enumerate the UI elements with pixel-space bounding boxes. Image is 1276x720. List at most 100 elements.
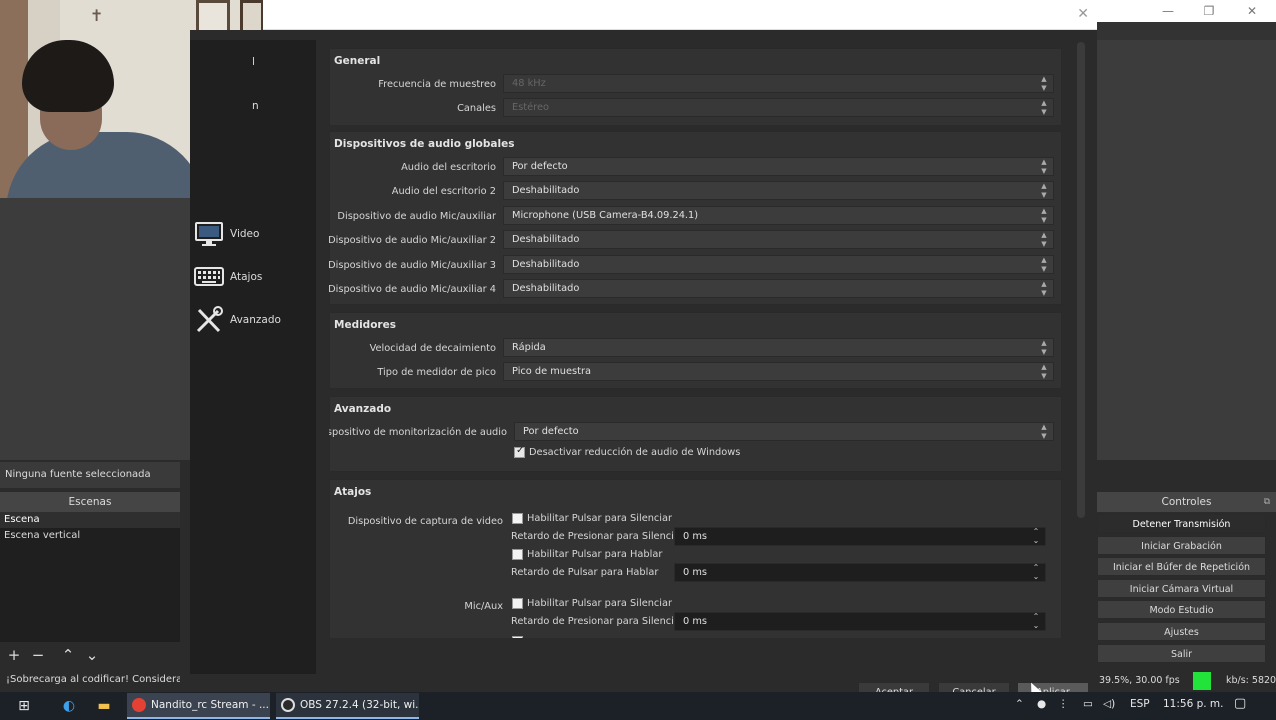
mic-aux-3-select[interactable]: Deshabilitado ▲ ▼ (503, 255, 1054, 274)
desktop-audio-label: Audio del escritorio (401, 162, 496, 173)
edge-icon[interactable]: ◐ (58, 696, 80, 716)
obs-stats: 39.5%, 30.00 fps kb/s: 5820 (1097, 670, 1276, 692)
scenes-list: Escena Escena vertical (0, 512, 180, 642)
mic-aux-4-select[interactable]: Deshabilitado ▲ ▼ (503, 279, 1054, 298)
updown-arrows-icon: ▲ ▼ (1041, 75, 1047, 92)
select-value: Por defecto (523, 426, 579, 437)
start-replay-buffer-button[interactable]: Iniciar el Búfer de Repetición (1097, 557, 1266, 577)
sidebar-item-label: Atajos (230, 271, 263, 283)
task-label: Nandito_rc Stream - ... (151, 699, 269, 711)
remove-scene-button[interactable]: − (29, 646, 47, 664)
push-to-talk-delay-label: Retardo de Pulsar para Hablar (511, 567, 659, 578)
spin-arrows-icon[interactable]: ⌃ ⌄ (1029, 563, 1043, 581)
updown-arrows-icon: ▲ ▼ (1041, 423, 1047, 440)
mic-aux-3-label: Dispositivo de audio Mic/auxiliar 3 (329, 260, 496, 271)
updown-arrows-icon: ▲ ▼ (1041, 158, 1047, 175)
general-group: General Frecuencia de muestreo 48 kHz ▲ ▼… (329, 48, 1062, 126)
decay-rate-label: Velocidad de decaimiento (369, 343, 496, 354)
group-title: Avanzado (334, 403, 392, 415)
push-to-talk-delay-input[interactable]: 0 ms ⌃ ⌄ (674, 563, 1046, 582)
notifications-icon[interactable]: ▢ (1234, 696, 1246, 711)
advanced-group: Avanzado Dispositivo de monitorización d… (329, 396, 1062, 472)
spin-value: 0 ms (683, 567, 707, 578)
monitor-icon (195, 222, 223, 246)
windows-start-icon[interactable]: ⊞ (13, 696, 35, 716)
settings-dialog: l n Video Atajos Avanzado General Frecue… (190, 30, 1097, 702)
undock-icon[interactable]: ⧉ (1264, 492, 1270, 512)
spin-value: 0 ms (683, 616, 707, 627)
keyboard-icon (194, 267, 224, 286)
spin-arrows-icon[interactable]: ⌃ ⌄ (1029, 527, 1043, 545)
sidebar-item-hotkeys[interactable]: Atajos (190, 259, 316, 297)
close-icon[interactable]: ✕ (1077, 6, 1089, 22)
scene-item[interactable]: Escena vertical (0, 528, 180, 544)
push-to-mute-checkbox[interactable] (512, 598, 523, 609)
updown-arrows-icon: ▲ ▼ (1041, 339, 1047, 356)
push-to-talk-checkbox[interactable] (512, 636, 523, 638)
close-icon[interactable]: ✕ (1242, 3, 1262, 19)
group-title: Medidores (334, 319, 396, 331)
tray-chevron-icon[interactable]: ⌃ (1015, 698, 1024, 710)
mic-aux-2-select[interactable]: Deshabilitado ▲ ▼ (503, 230, 1054, 249)
sidebar-item-video[interactable]: Video (190, 216, 316, 254)
move-up-button[interactable]: ⌃ (59, 646, 77, 664)
push-to-mute-checkbox[interactable] (512, 513, 523, 524)
updown-arrows-icon: ▲ ▼ (1041, 99, 1047, 116)
task-label: OBS 27.2.4 (32-bit, wi... (300, 699, 419, 711)
group-title: Atajos (334, 486, 372, 498)
file-explorer-icon[interactable]: ▬ (93, 696, 115, 716)
network-icon[interactable]: ▭ (1083, 698, 1093, 710)
scrollbar-thumb[interactable] (1077, 42, 1085, 518)
restore-icon[interactable]: ❐ (1199, 3, 1219, 19)
push-to-mute-delay-label: Retardo de Presionar para Silenciar (511, 531, 684, 542)
mic-aux-label: Dispositivo de audio Mic/auxiliar (337, 211, 496, 222)
mic-aux-select[interactable]: Microphone (USB Camera-B4.09.24.1) ▲ ▼ (503, 206, 1054, 225)
settings-scrollbar[interactable] (1076, 42, 1086, 518)
exit-button[interactable]: Salir (1097, 643, 1266, 663)
stop-stream-button[interactable]: Detener Transmisión (1097, 514, 1266, 533)
spin-arrows-icon[interactable]: ⌃ ⌄ (1029, 612, 1043, 630)
channels-select[interactable]: Estéreo ▲ ▼ (503, 98, 1054, 117)
desktop-audio-2-select[interactable]: Deshabilitado ▲ ▼ (503, 181, 1054, 200)
volume-icon[interactable]: ◁) (1103, 698, 1115, 710)
push-to-mute-delay-input[interactable]: 0 ms ⌃ ⌄ (674, 527, 1046, 546)
scene-toolbar: + − ⌃ ⌄ (0, 644, 180, 666)
bitrate-readout: kb/s: 5820 (1226, 675, 1276, 686)
ime-icon[interactable]: ⋮ (1058, 698, 1069, 710)
push-to-mute-label: Habilitar Pulsar para Silenciar (527, 513, 673, 524)
clock[interactable]: 11:56 p. m. (1163, 698, 1224, 710)
taskbar-task-chrome[interactable]: Nandito_rc Stream - ... (127, 693, 270, 719)
cross-icon: ✝ (90, 6, 104, 25)
disable-ducking-checkbox[interactable] (514, 445, 525, 458)
studio-mode-button[interactable]: Modo Estudio (1097, 600, 1266, 620)
select-value: Deshabilitado (512, 259, 580, 270)
audio-settings-panel: General Frecuencia de muestreo 48 kHz ▲ ▼… (329, 42, 1069, 638)
updown-arrows-icon: ▲ ▼ (1041, 207, 1047, 224)
select-value: 48 kHz (512, 78, 546, 89)
language-indicator[interactable]: ESP (1130, 698, 1150, 710)
move-down-button[interactable]: ⌄ (83, 646, 101, 664)
sidebar-item-advanced[interactable]: Avanzado (190, 302, 316, 340)
decay-rate-select[interactable]: Rápida ▲ ▼ (503, 338, 1054, 357)
settings-button[interactable]: Ajustes (1097, 621, 1266, 641)
select-value: Por defecto (512, 161, 568, 172)
microphone-icon[interactable]: ● (1037, 698, 1046, 710)
add-scene-button[interactable]: + (5, 646, 23, 664)
mic-aux-hotkeys-label: Mic/Aux (464, 601, 503, 612)
desktop-audio-select[interactable]: Por defecto ▲ ▼ (503, 157, 1054, 176)
select-value: Pico de muestra (512, 366, 592, 377)
scene-item[interactable]: Escena (0, 512, 180, 528)
peak-meter-type-select[interactable]: Pico de muestra ▲ ▼ (503, 362, 1054, 381)
spin-value: 0 ms (683, 531, 707, 542)
taskbar-task-obs[interactable]: OBS 27.2.4 (32-bit, wi... (276, 693, 419, 719)
sidebar-item-partial[interactable]: l (252, 56, 255, 68)
start-virtual-camera-button[interactable]: Iniciar Cámara Virtual (1097, 578, 1266, 598)
sidebar-item-partial[interactable]: n (252, 100, 259, 112)
minimize-icon[interactable]: — (1158, 3, 1178, 19)
monitoring-device-select[interactable]: Por defecto ▲ ▼ (514, 422, 1054, 441)
push-to-mute-delay-input[interactable]: 0 ms ⌃ ⌄ (674, 612, 1046, 631)
tools-icon (196, 306, 223, 333)
start-recording-button[interactable]: Iniciar Grabación (1097, 535, 1266, 555)
sample-rate-select[interactable]: 48 kHz ▲ ▼ (503, 74, 1054, 93)
push-to-talk-checkbox[interactable] (512, 549, 523, 560)
